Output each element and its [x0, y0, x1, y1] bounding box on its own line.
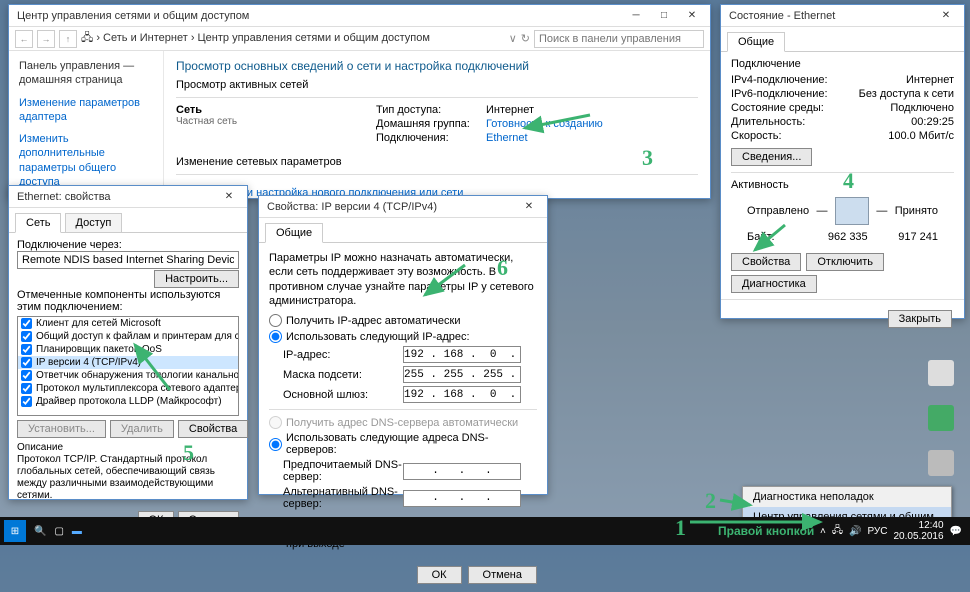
sidebar-adapter-settings[interactable]: Изменение параметров адаптера [19, 96, 153, 125]
maximize-button[interactable]: □ [650, 6, 678, 26]
network-name: Сеть [176, 104, 376, 116]
dns1-input[interactable] [403, 463, 521, 480]
remove-button[interactable]: Удалить [110, 420, 174, 438]
clock[interactable]: 12:40 20.05.2016 [893, 520, 943, 542]
list-item: Протокол мультиплексора сетевого адаптер… [18, 382, 238, 395]
tab-access[interactable]: Доступ [65, 213, 123, 233]
window-title: Свойства: IP версии 4 (TCP/IPv4) [263, 201, 437, 213]
list-item: Общий доступ к файлам и принтерам для се… [18, 330, 238, 343]
close-button[interactable]: ✕ [678, 6, 706, 26]
diagnose-button[interactable]: Диагностика [731, 275, 817, 293]
radio-manual-ip[interactable] [269, 330, 282, 343]
ipv4-properties-window: Свойства: IP версии 4 (TCP/IPv4) ✕ Общие… [258, 195, 548, 495]
subheading: Просмотр активных сетей [176, 79, 698, 91]
tray-up-icon[interactable]: ˄ [820, 526, 826, 537]
sidebar-advanced-sharing[interactable]: Изменить дополнительные параметры общего… [19, 132, 153, 189]
search-icon[interactable]: 🔍 [34, 526, 46, 537]
sidebar: Панель управления — домашняя страница Из… [9, 51, 164, 198]
minimize-button[interactable]: ─ [622, 6, 650, 26]
cancel-button[interactable]: Отмена [468, 566, 537, 584]
dns2-input[interactable] [403, 490, 521, 507]
close-button[interactable]: ✕ [932, 6, 960, 26]
main-content: Просмотр основных сведений о сети и наст… [164, 51, 710, 198]
taskbar-app-icon[interactable]: ▬ [72, 526, 82, 537]
volume-tray-icon[interactable]: 🔊 [849, 526, 861, 537]
window-title: Состояние - Ethernet [725, 10, 835, 22]
breadcrumb-icon: 🖧 [81, 32, 93, 44]
ethernet-link[interactable]: Ethernet [486, 132, 528, 144]
lang-indicator[interactable]: РУС [867, 526, 887, 537]
ip-address-input[interactable] [403, 346, 521, 363]
start-button[interactable]: ⊞ [4, 520, 26, 542]
annotation-3: 3 [642, 145, 653, 171]
tab-general[interactable]: Общие [727, 32, 785, 52]
gateway-input[interactable] [403, 386, 521, 403]
tab-network[interactable]: Сеть [15, 213, 61, 233]
desktop-icon[interactable] [923, 360, 959, 388]
subnet-mask-input[interactable] [403, 366, 521, 383]
components-list[interactable]: Клиент для сетей Microsoft Общий доступ … [17, 316, 239, 416]
device-field[interactable] [17, 251, 239, 269]
network-type: Частная сеть [176, 116, 376, 127]
forward-button[interactable]: → [37, 30, 55, 48]
close-button[interactable]: ✕ [515, 197, 543, 217]
annotation-hint: Правой кнопкой [718, 524, 814, 538]
tab-general[interactable]: Общие [265, 223, 323, 243]
list-item: Клиент для сетей Microsoft [18, 317, 238, 330]
properties-button[interactable]: Свойства [731, 253, 801, 271]
annotation-5: 5 [183, 440, 194, 466]
close-button-footer[interactable]: Закрыть [888, 310, 952, 328]
network-center-window: Центр управления сетями и общим доступом… [8, 4, 711, 199]
subheading-2: Изменение сетевых параметров [176, 156, 698, 168]
list-item: Драйвер протокола LLDP (Майкрософт) [18, 395, 238, 408]
desktop-icon-trash[interactable] [923, 450, 959, 478]
desktop-icon[interactable] [923, 405, 959, 433]
close-button[interactable]: ✕ [215, 187, 243, 207]
list-item: Ответчик обнаружения топологии канальног… [18, 369, 238, 382]
disable-button[interactable]: Отключить [806, 253, 884, 271]
sidebar-home[interactable]: Панель управления — домашняя страница [19, 59, 153, 88]
taskbar: ⊞ 🔍 ▢ ▬ ˄ 🖧 🔊 РУС 12:40 20.05.2016 💬 [0, 517, 970, 545]
ok-button[interactable]: ОК [417, 566, 462, 584]
annotation-4: 4 [843, 168, 854, 194]
ethernet-properties-window: Ethernet: свойства ✕ Сеть Доступ Подключ… [8, 185, 248, 500]
radio-auto-ip[interactable] [269, 314, 282, 327]
configure-button[interactable]: Настроить... [154, 270, 239, 288]
page-heading: Просмотр основных сведений о сети и наст… [176, 59, 698, 73]
radio-auto-dns [269, 416, 282, 429]
install-button[interactable]: Установить... [17, 420, 106, 438]
monitor-icon [835, 197, 869, 225]
details-button[interactable]: Сведения... [731, 148, 812, 166]
annotation-1: 1 [675, 515, 686, 541]
breadcrumb[interactable]: 🖧 › Сеть и Интернет › Центр управления с… [81, 29, 505, 48]
notifications-icon[interactable]: 💬 [950, 526, 962, 537]
task-view-icon[interactable]: ▢ [54, 526, 63, 537]
list-item: Планировщик пакетов QoS [18, 343, 238, 356]
annotation-6: 6 [497, 255, 508, 281]
back-button[interactable]: ← [15, 30, 33, 48]
radio-manual-dns[interactable] [269, 438, 282, 451]
window-title: Центр управления сетями и общим доступом [13, 10, 249, 22]
up-button[interactable]: ↑ [59, 30, 77, 48]
annotation-2: 2 [705, 488, 716, 514]
list-item-ipv4: IP версии 4 (TCP/IPv4) [18, 356, 238, 369]
window-title: Ethernet: свойства [13, 191, 111, 203]
ethernet-status-window: Состояние - Ethernet ✕ Общие Подключение… [720, 4, 965, 319]
menu-item-diagnose[interactable]: Диагностика неполадок [743, 487, 951, 507]
search-input[interactable] [534, 30, 704, 48]
component-properties-button[interactable]: Свойства [178, 420, 248, 438]
homegroup-link[interactable]: Готовность к созданию [486, 118, 603, 130]
network-tray-icon[interactable]: 🖧 [832, 523, 843, 540]
